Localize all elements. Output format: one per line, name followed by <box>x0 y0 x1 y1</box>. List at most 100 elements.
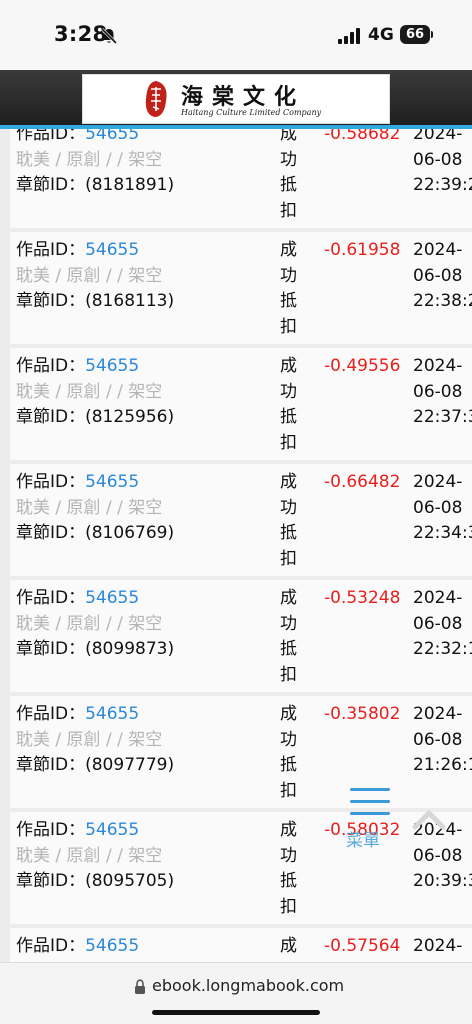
work-id-line: 作品ID：54655 <box>16 354 276 380</box>
time-value: 20:39:3 <box>413 871 472 891</box>
chapter-id-line: 章節ID：(8168113) <box>16 289 276 315</box>
chapter-id-label: 章節ID： <box>16 523 86 543</box>
status-char: 扣 <box>280 316 297 337</box>
work-id-line: 作品ID：54655 <box>16 702 276 728</box>
chapter-id-line: 章節ID：(8106769) <box>16 521 276 547</box>
date-year: 2024- <box>413 472 463 492</box>
work-id-label: 作品ID： <box>16 472 86 492</box>
menu-button[interactable]: 菜單 <box>344 786 398 852</box>
work-id-link[interactable]: 54655 <box>85 588 139 608</box>
amount-value: -0.58682 <box>324 129 401 144</box>
signal-icon <box>338 28 360 44</box>
time-value: 22:32:1 <box>413 639 472 659</box>
status-char: 抵 <box>280 291 297 311</box>
work-id-link[interactable]: 54655 <box>85 820 139 840</box>
date-month-day: 06-08 <box>413 381 463 402</box>
transaction-row: 作品ID：54655 耽美 / 原創 / / 架空 章節ID：(8181891)… <box>10 129 472 228</box>
record-info: 作品ID：54655 耽美 / 原創 / / 架空 章節ID：(8125956) <box>16 354 276 431</box>
work-id-line: 作品ID：54655 <box>16 129 276 148</box>
site-logo[interactable]: 海棠文化 Haitang Culture Limited Company <box>82 74 390 124</box>
status-char: 抵 <box>280 407 297 427</box>
date-month-day: 06-08 <box>413 729 463 750</box>
work-id-link[interactable]: 54655 <box>85 356 139 376</box>
work-tags: 耽美 / 原創 / / 架空 <box>16 729 163 750</box>
record-info: 作品ID：54655 耽美 / 原創 / / 架空 章節ID：(8168113) <box>16 238 276 315</box>
record-info: 作品ID：54655 耽美 / 原創 / / 架空 章節ID：(8106769) <box>16 470 276 547</box>
work-id-label: 作品ID： <box>16 129 86 144</box>
work-tags: 耽美 / 原創 / / 架空 <box>16 845 163 866</box>
status-char: 成 <box>280 356 297 376</box>
status-char: 功 <box>280 497 297 518</box>
date-year: 2024- <box>413 704 463 724</box>
date-month-day: 06-08 <box>413 265 463 286</box>
work-id-line: 作品ID：54655 <box>16 470 276 496</box>
scroll-to-top-icon[interactable] <box>412 808 446 830</box>
date-year: 2024- <box>413 129 463 144</box>
record-info: 作品ID：54655 耽美 / 原創 / / 架空 章節ID：(8097779) <box>16 702 276 779</box>
chapter-id-value: (8095705) <box>85 871 175 891</box>
chapter-id-label: 章節ID： <box>16 871 86 891</box>
status-char: 成 <box>280 129 297 144</box>
logo-subtitle: Haitang Culture Limited Company <box>181 108 322 117</box>
time-value: 22:38:2 <box>413 291 472 311</box>
logo-title: 海棠文化 <box>181 84 306 110</box>
timestamp: 2024- 06-08 22:37:3 <box>413 354 472 431</box>
date-year: 2024- <box>413 588 463 608</box>
work-id-line: 作品ID：54655 <box>16 238 276 264</box>
work-id-link[interactable]: 54655 <box>85 240 139 260</box>
status-char: 成 <box>280 704 297 724</box>
work-tags: 耽美 / 原創 / / 架空 <box>16 149 163 170</box>
seal-icon <box>145 81 167 117</box>
work-id-link[interactable]: 54655 <box>85 704 139 724</box>
transaction-row: 作品ID：54655 耽美 / 原創 / / 架空 章節ID：(8106769)… <box>10 464 472 576</box>
work-id-label: 作品ID： <box>16 704 86 724</box>
status-char: 扣 <box>280 780 297 801</box>
url-text: ebook.longmabook.com <box>152 976 345 995</box>
status-char: 抵 <box>280 175 297 195</box>
menu-label: 菜單 <box>346 831 380 851</box>
timestamp: 2024- 06-08 21:26:1 <box>413 702 472 779</box>
status-char: 成 <box>280 240 297 260</box>
date-month-day: 06-08 <box>413 497 463 518</box>
work-id-line: 作品ID：54655 <box>16 586 276 612</box>
work-id-link[interactable]: 54655 <box>85 129 139 144</box>
date-month-day: 06-08 <box>413 613 463 634</box>
status-text: 成功抵扣 <box>280 934 302 962</box>
chapter-id-line: 章節ID：(8095705) <box>16 869 276 895</box>
timestamp: 2024- 06-08 22:38:2 <box>413 238 472 315</box>
time-value: 21:26:1 <box>413 755 472 775</box>
chapter-id-value: (8181891) <box>85 175 175 195</box>
date-month-day: 06-08 <box>413 149 463 170</box>
transaction-list[interactable]: 作品ID：54655 耽美 / 原創 / / 架空 章節ID：(8181891)… <box>0 129 472 962</box>
status-text: 成功抵扣 <box>280 702 302 804</box>
work-id-label: 作品ID： <box>16 936 86 956</box>
work-tags: 耽美 / 原創 / / 架空 <box>16 613 163 634</box>
transaction-row: 作品ID：54655 耽美 / 原創 / / 架空 章節ID：(8095705)… <box>10 812 472 924</box>
date-year: 2024- <box>413 356 463 376</box>
status-char: 成 <box>280 820 297 840</box>
work-tags: 耽美 / 原創 / / 架空 <box>16 265 163 286</box>
chapter-id-line: 章節ID：(8097779) <box>16 753 276 779</box>
date-month-day: 06-08 <box>413 845 463 866</box>
chapter-id-label: 章節ID： <box>16 755 86 775</box>
status-text: 成功抵扣 <box>280 470 302 572</box>
status-text: 成功抵扣 <box>280 586 302 688</box>
work-tags: 耽美 / 原創 / / 架空 <box>16 497 163 518</box>
status-char: 成 <box>280 588 297 608</box>
chapter-id-line: 章節ID：(8181891) <box>16 173 276 199</box>
timestamp: 2024- 06-08 22:39:2 <box>413 129 472 199</box>
work-id-link[interactable]: 54655 <box>85 472 139 492</box>
work-id-label: 作品ID： <box>16 820 86 840</box>
work-id-link[interactable]: 54655 <box>85 936 139 956</box>
chapter-id-line: 章節ID：(8099873) <box>16 637 276 663</box>
time-value: 22:34:3 <box>413 523 472 543</box>
amount-value: -0.57564 <box>324 936 401 956</box>
transaction-row: 作品ID：54655 耽美 / 原創 / / 架空 章節ID：(8097779)… <box>10 696 472 808</box>
work-tags: 耽美 / 原創 / / 架空 <box>16 381 163 402</box>
status-char: 抵 <box>280 755 297 775</box>
work-id-label: 作品ID： <box>16 588 86 608</box>
network-type: 4G <box>368 25 394 45</box>
status-char: 扣 <box>280 548 297 569</box>
status-text: 成功抵扣 <box>280 238 302 340</box>
chapter-id-label: 章節ID： <box>16 407 86 427</box>
